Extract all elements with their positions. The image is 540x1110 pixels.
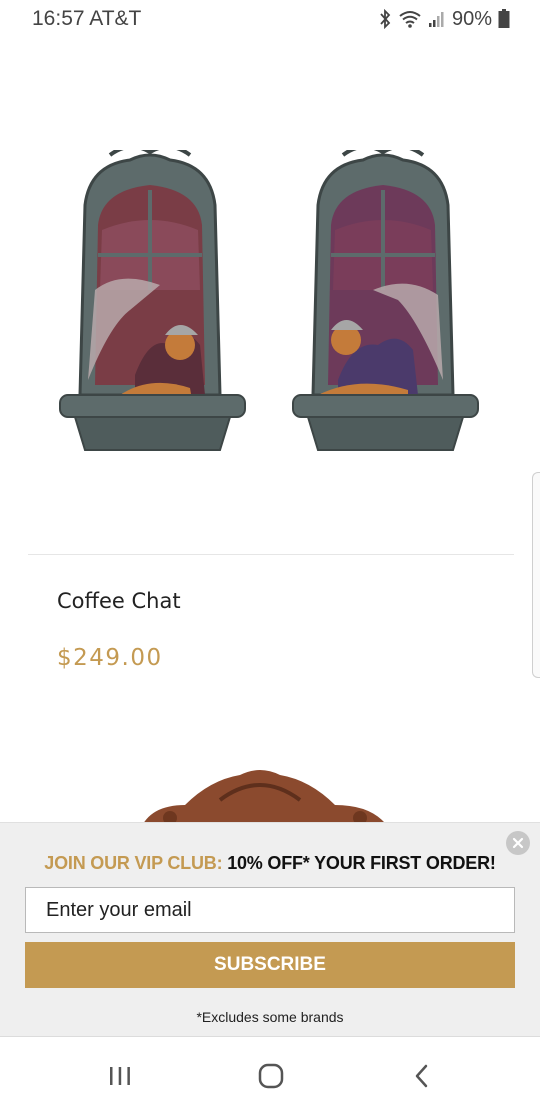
product-name[interactable]: Coffee Chat: [57, 589, 181, 613]
subscribe-button[interactable]: SUBSCRIBE: [25, 942, 515, 988]
recent-apps-icon[interactable]: [98, 1059, 142, 1093]
popup-headline: JOIN OUR VIP CLUB: 10% OFF* YOUR FIRST O…: [0, 853, 540, 874]
product-price: $249.00: [57, 645, 163, 671]
side-scroll-handle[interactable]: [532, 472, 540, 678]
status-bar: 16:57 AT&T 90%: [0, 0, 540, 38]
vip-signup-popup: JOIN OUR VIP CLUB: 10% OFF* YOUR FIRST O…: [0, 822, 540, 1036]
headline-offer: 10% OFF* YOUR FIRST ORDER!: [227, 853, 496, 873]
system-nav-bar: [0, 1036, 540, 1110]
right-window-figurine: [292, 144, 479, 451]
product-image[interactable]: [40, 144, 500, 470]
status-time: 16:57: [32, 7, 85, 30]
battery-level: 90%: [451, 7, 492, 30]
home-icon[interactable]: [249, 1059, 293, 1093]
battery-icon: [498, 9, 510, 29]
left-window-figurine: [59, 144, 246, 451]
signal-icon: [428, 10, 446, 28]
section-divider: [28, 554, 514, 555]
email-input[interactable]: [25, 887, 515, 933]
back-icon[interactable]: [400, 1059, 444, 1093]
wifi-icon: [398, 9, 422, 29]
status-carrier: AT&T: [89, 7, 142, 30]
next-product-image[interactable]: [130, 760, 400, 830]
status-time-carrier: 16:57 AT&T: [32, 7, 141, 31]
bluetooth-icon: [378, 9, 392, 29]
popup-footnote: *Excludes some brands: [196, 1009, 344, 1025]
headline-vip-club: JOIN OUR VIP CLUB:: [44, 853, 223, 873]
close-icon[interactable]: [506, 831, 530, 855]
status-icons: 90%: [378, 6, 510, 32]
